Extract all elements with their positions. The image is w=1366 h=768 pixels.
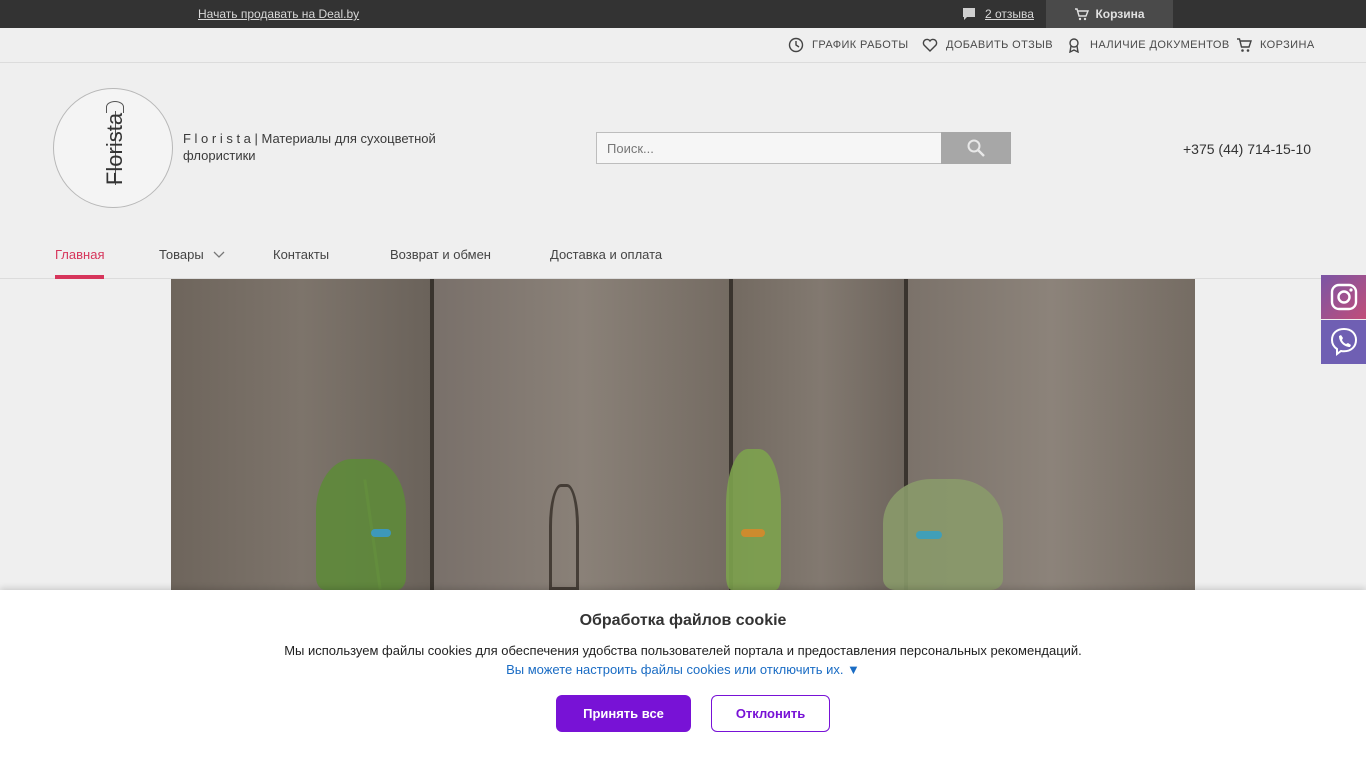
nav-item-contacts[interactable]: Контакты — [273, 247, 329, 262]
cookie-consent-panel: Обработка файлов cookie Мы используем фа… — [0, 590, 1366, 768]
logo[interactable]: Florista — [53, 88, 173, 208]
clock-icon — [788, 37, 804, 53]
nav-item-returns[interactable]: Возврат и обмен — [390, 247, 491, 262]
search-icon — [967, 139, 985, 157]
site-tagline: F l o r i s t a | Материалы для сухоцвет… — [183, 131, 436, 163]
cart-link[interactable]: КОРЗИНА — [1236, 37, 1315, 53]
main-nav: Главная Товары Контакты Возврат и обмен … — [0, 235, 1366, 279]
utility-bar: ГРАФИК РАБОТЫ ДОБАВИТЬ ОТЗЫВ НАЛИЧИЕ ДОК… — [0, 28, 1366, 63]
logo-text: Florista — [102, 112, 127, 186]
cookie-title: Обработка файлов cookie — [579, 612, 787, 629]
instagram-icon — [1330, 283, 1357, 311]
phone-number[interactable]: +375 (44) 714-15-10 — [1183, 141, 1311, 157]
nav-item-home[interactable]: Главная — [55, 247, 104, 262]
viber-icon — [1330, 327, 1357, 356]
nav-item-products[interactable]: Товары — [159, 247, 225, 262]
nav-active-indicator — [55, 275, 104, 279]
start-selling-link[interactable]: Начать продавать на Deal.by — [198, 7, 359, 21]
add-review-label: ДОБАВИТЬ ОТЗЫВ — [946, 39, 1054, 51]
search-input[interactable]: Поиск... — [596, 132, 942, 164]
reviews-label: 2 отзыва — [985, 7, 1034, 21]
scissors-hook — [549, 484, 579, 590]
top-cart-button[interactable]: Корзина — [1046, 0, 1173, 28]
add-review-link[interactable]: ДОБАВИТЬ ОТЗЫВ — [922, 37, 1053, 53]
comment-icon — [963, 8, 975, 20]
chevron-down-icon — [213, 251, 225, 258]
herb-bunch — [883, 479, 1003, 590]
accept-all-button[interactable]: Принять все — [556, 695, 691, 732]
cart-icon — [1075, 7, 1090, 20]
search-button[interactable] — [941, 132, 1011, 164]
herb-bunch — [316, 459, 406, 590]
nav-item-products-label: Товары — [159, 247, 204, 262]
viber-button[interactable] — [1321, 320, 1366, 364]
nav-item-delivery[interactable]: Доставка и оплата — [550, 247, 662, 262]
top-bar: Начать продавать на Deal.by 2 отзыва Кор… — [0, 0, 1366, 28]
heart-icon — [922, 38, 938, 52]
reviews-link[interactable]: 2 отзыва — [962, 0, 1034, 28]
instagram-button[interactable] — [1321, 275, 1366, 319]
banner-plank — [434, 279, 731, 590]
documents-label: НАЛИЧИЕ ДОКУМЕНТОВ — [1090, 39, 1230, 51]
cart-label: КОРЗИНА — [1260, 39, 1315, 51]
decline-button[interactable]: Отклонить — [711, 695, 830, 732]
cookie-description: Мы используем файлы cookies для обеспече… — [284, 643, 1082, 658]
hero-banner — [171, 279, 1195, 590]
herb-tie — [916, 531, 942, 539]
award-icon — [1069, 38, 1079, 53]
cookie-settings-link[interactable]: Вы можете настроить файлы cookies или от… — [0, 662, 1366, 677]
top-cart-label: Корзина — [1095, 7, 1145, 21]
work-schedule-label: ГРАФИК РАБОТЫ — [812, 39, 909, 51]
herb-tie — [741, 529, 765, 537]
herb-tie — [371, 529, 391, 537]
search-form: Поиск... — [596, 132, 1011, 164]
herb-bunch — [726, 449, 781, 590]
documents-link[interactable]: НАЛИЧИЕ ДОКУМЕНТОВ — [1066, 37, 1230, 53]
cart-icon — [1237, 38, 1252, 52]
work-schedule-link[interactable]: ГРАФИК РАБОТЫ — [788, 37, 909, 53]
